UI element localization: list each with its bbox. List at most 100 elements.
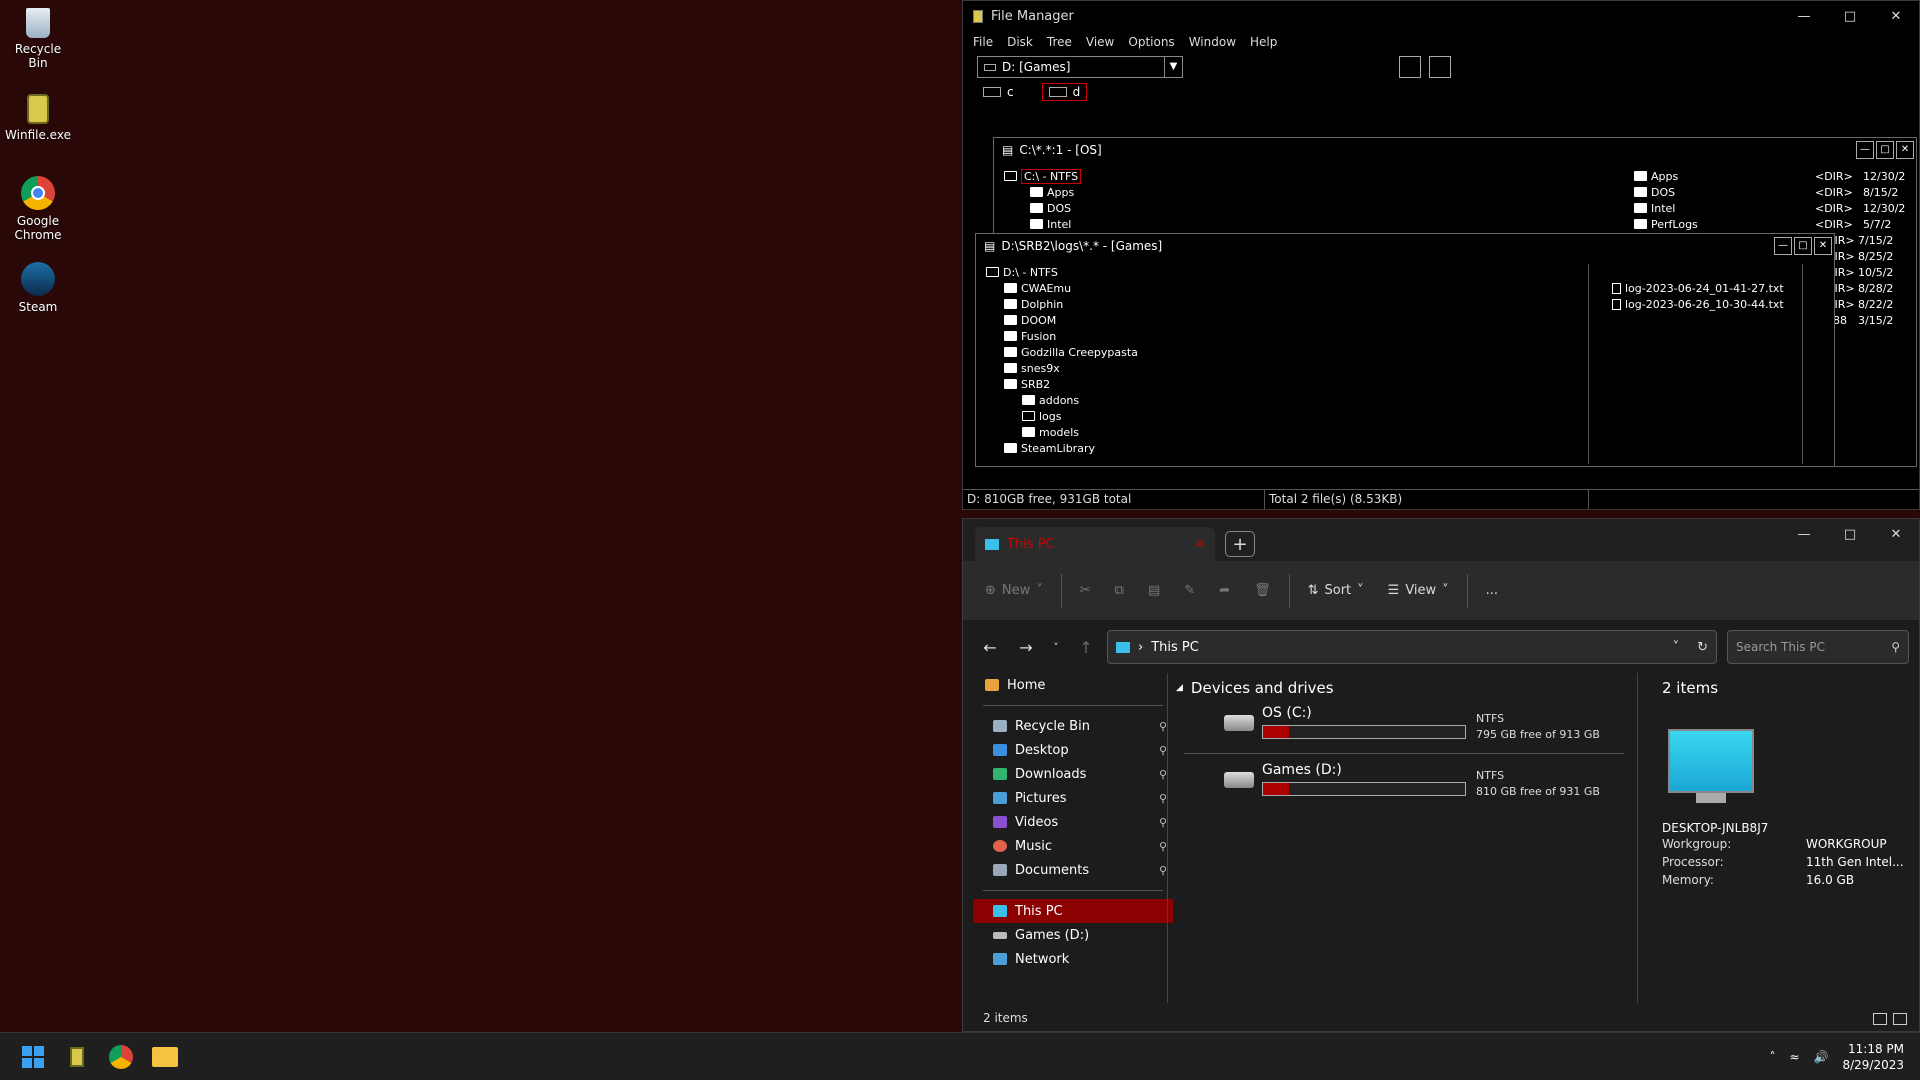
file-row[interactable]: Intel <DIR> 12/30/2 bbox=[1634, 200, 1914, 216]
drive-select[interactable]: D: [Games] ▼ bbox=[977, 56, 1183, 78]
file-row[interactable]: Apps <DIR> 12/30/2 bbox=[1634, 168, 1914, 184]
cut-button[interactable]: ✂ bbox=[1070, 575, 1101, 607]
nav-games-drive[interactable]: Games (D:) bbox=[973, 923, 1173, 947]
nav-videos[interactable]: Videos ⚲ bbox=[973, 810, 1173, 834]
forward-button[interactable]: → bbox=[1011, 632, 1041, 662]
tree-scrollbar[interactable] bbox=[1588, 264, 1604, 464]
desktop-icon-recycle-bin[interactable]: Recycle Bin bbox=[4, 8, 72, 70]
back-button[interactable]: ← bbox=[975, 632, 1005, 662]
chevron-down-icon[interactable]: ▼ bbox=[1164, 57, 1182, 77]
nav-network[interactable]: Network bbox=[973, 947, 1173, 971]
minimize-button[interactable]: — bbox=[1774, 237, 1792, 255]
chevron-up-icon[interactable]: ˄ bbox=[1769, 1050, 1775, 1064]
menu-disk[interactable]: Disk bbox=[1007, 35, 1033, 49]
nav-recycle-bin[interactable]: Recycle Bin ⚲ bbox=[973, 714, 1173, 738]
tree-node[interactable]: Fusion bbox=[986, 328, 1138, 344]
tree-node[interactable]: logs bbox=[986, 408, 1138, 424]
nav-this-pc[interactable]: This PC bbox=[973, 899, 1173, 923]
nav-home[interactable]: Home bbox=[973, 673, 1173, 697]
maximize-button[interactable]: □ bbox=[1827, 519, 1873, 549]
new-tab-button[interactable]: + bbox=[1225, 531, 1255, 557]
share-button[interactable]: ➦ bbox=[1209, 575, 1240, 607]
tree-node[interactable]: SteamLibrary bbox=[986, 440, 1138, 456]
taskbar-winfile[interactable] bbox=[62, 1042, 92, 1072]
paste-button[interactable]: ▤ bbox=[1138, 575, 1170, 607]
up-button[interactable]: ↑ bbox=[1071, 632, 1101, 662]
file-row[interactable]: log-2023-06-26_10-30-44.txt bbox=[1612, 296, 1784, 312]
section-header[interactable]: ◢ Devices and drives bbox=[1168, 673, 1637, 703]
nav-downloads[interactable]: Downloads ⚲ bbox=[973, 762, 1173, 786]
tiles-view-icon[interactable] bbox=[1893, 1013, 1907, 1025]
tree-node[interactable]: models bbox=[986, 424, 1138, 440]
rename-button[interactable]: ✎ bbox=[1174, 575, 1205, 607]
close-button[interactable]: ✕ bbox=[1873, 519, 1919, 549]
tree-node[interactable]: DOS bbox=[1004, 200, 1081, 216]
tree-node[interactable]: snes9x bbox=[986, 360, 1138, 376]
menu-file[interactable]: File bbox=[973, 35, 993, 49]
clock[interactable]: 11:18 PM 8/29/2023 bbox=[1842, 1041, 1904, 1073]
close-tab-icon[interactable]: ✕ bbox=[1195, 537, 1205, 551]
menu-view[interactable]: View bbox=[1086, 35, 1114, 49]
drive-d-button[interactable]: d bbox=[1041, 83, 1088, 101]
copy-button[interactable]: ⧉ bbox=[1105, 575, 1134, 607]
menu-tree[interactable]: Tree bbox=[1047, 35, 1072, 49]
tree-node[interactable]: D:\ - NTFS bbox=[986, 264, 1138, 280]
maximize-button[interactable]: □ bbox=[1876, 141, 1894, 159]
file-row[interactable]: PerfLogs <DIR> 5/7/2 bbox=[1634, 216, 1914, 232]
tree-node[interactable]: CWAEmu bbox=[986, 280, 1138, 296]
drive-item-d[interactable]: Games (D:) NTFS 810 GB free of 931 GB bbox=[1168, 760, 1637, 808]
close-button[interactable]: ✕ bbox=[1873, 1, 1919, 31]
mdi-window-d[interactable]: ▤ D:\SRB2\logs\*.* - [Games] — □ ✕ D:\ -… bbox=[975, 233, 1835, 467]
chevron-down-icon[interactable]: ˅ bbox=[1673, 640, 1680, 655]
wifi-icon[interactable]: ≈ bbox=[1789, 1050, 1799, 1064]
menu-window[interactable]: Window bbox=[1189, 35, 1236, 49]
desktop-icon-chrome[interactable]: Google Chrome bbox=[4, 176, 72, 242]
start-button[interactable] bbox=[18, 1042, 48, 1072]
minimize-button[interactable]: — bbox=[1781, 1, 1827, 31]
sort-button[interactable]: ⇅ Sort ˅ bbox=[1298, 575, 1374, 607]
file-manager-titlebar[interactable]: File Manager — □ ✕ bbox=[963, 1, 1919, 31]
tree-node[interactable]: SRB2 bbox=[986, 376, 1138, 392]
taskbar-chrome[interactable] bbox=[106, 1042, 136, 1072]
file-row[interactable]: DOS <DIR> 8/15/2 bbox=[1634, 184, 1914, 200]
tab-this-pc[interactable]: This PC ✕ bbox=[975, 527, 1215, 561]
minimize-button[interactable]: — bbox=[1856, 141, 1874, 159]
mdi-titlebar[interactable]: ▤ C:\*.*:1 - [OS] — □ ✕ bbox=[994, 138, 1916, 162]
toolbar-button[interactable] bbox=[1429, 56, 1451, 78]
details-view-icon[interactable] bbox=[1873, 1013, 1887, 1025]
toolbar-button[interactable] bbox=[1399, 56, 1421, 78]
view-button[interactable]: ☰ View ˅ bbox=[1378, 575, 1459, 607]
mdi-titlebar[interactable]: ▤ D:\SRB2\logs\*.* - [Games] — □ ✕ bbox=[976, 234, 1834, 258]
breadcrumb[interactable]: This PC bbox=[1151, 640, 1199, 655]
file-scrollbar[interactable] bbox=[1802, 264, 1818, 464]
more-button[interactable]: ... bbox=[1476, 575, 1508, 607]
nav-music[interactable]: Music ⚲ bbox=[973, 834, 1173, 858]
drive-item-c[interactable]: OS (C:) NTFS 795 GB free of 913 GB bbox=[1168, 703, 1637, 751]
tree-node[interactable]: Godzilla Creepypasta bbox=[986, 344, 1138, 360]
refresh-icon[interactable]: ↻ bbox=[1697, 640, 1708, 655]
tree-node[interactable]: Apps bbox=[1004, 184, 1081, 200]
tree-node[interactable]: DOOM bbox=[986, 312, 1138, 328]
volume-icon[interactable]: 🔊 bbox=[1814, 1050, 1829, 1064]
nav-documents[interactable]: Documents ⚲ bbox=[973, 858, 1173, 882]
tree-node[interactable]: Intel bbox=[1004, 216, 1081, 232]
file-row[interactable]: log-2023-06-24_01-41-27.txt bbox=[1612, 280, 1784, 296]
desktop-icon-steam[interactable]: Steam bbox=[4, 262, 72, 314]
taskbar-explorer[interactable] bbox=[150, 1042, 180, 1072]
new-button[interactable]: ⊕ New ˅ bbox=[975, 575, 1053, 607]
tree-node[interactable]: Dolphin bbox=[986, 296, 1138, 312]
menu-help[interactable]: Help bbox=[1250, 35, 1277, 49]
delete-button[interactable]: 🗑 bbox=[1244, 575, 1281, 607]
tree-node[interactable]: addons bbox=[986, 392, 1138, 408]
tree-node[interactable]: C:\ - NTFS bbox=[1004, 168, 1082, 184]
recent-locations-button[interactable]: ˅ bbox=[1047, 632, 1065, 662]
nav-pictures[interactable]: Pictures ⚲ bbox=[973, 786, 1173, 810]
maximize-button[interactable]: □ bbox=[1794, 237, 1812, 255]
drive-c-button[interactable]: c bbox=[977, 84, 1020, 100]
nav-desktop[interactable]: Desktop ⚲ bbox=[973, 738, 1173, 762]
desktop-icon-winfile[interactable]: Winfile.exe bbox=[4, 94, 72, 142]
close-button[interactable]: ✕ bbox=[1814, 237, 1832, 255]
menu-options[interactable]: Options bbox=[1128, 35, 1174, 49]
minimize-button[interactable]: — bbox=[1781, 519, 1827, 549]
search-input[interactable]: Search This PC ⚲ bbox=[1727, 630, 1909, 664]
